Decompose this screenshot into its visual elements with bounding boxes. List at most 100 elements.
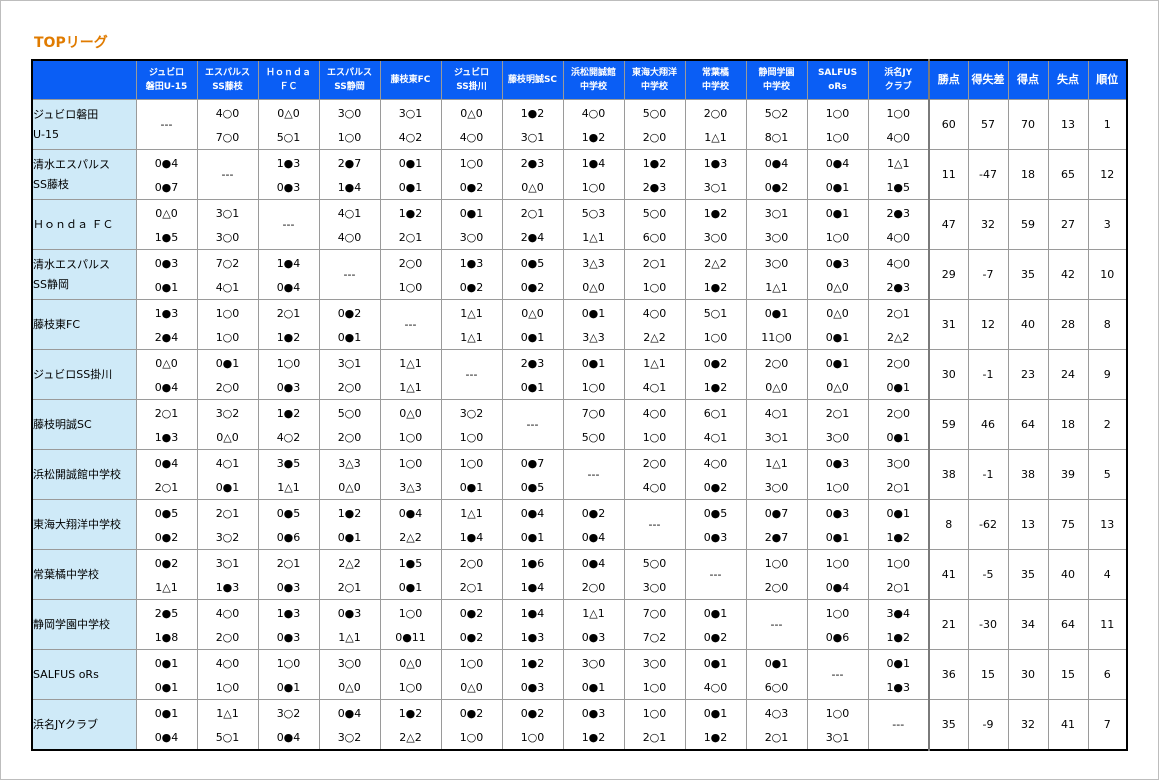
- second-leg-result: 1●2: [276, 330, 301, 344]
- result-cell: 0●5 0●2: [135, 499, 198, 550]
- result-cell: 3○1 1●3: [196, 549, 259, 600]
- stat-cell: 18: [1007, 149, 1049, 200]
- table-row: 藤枝東FC 1●3 2●4 1○0 1○0 2○1 1●2 0●2 0●1 --- 1△1 1△1 0△…: [31, 299, 1128, 350]
- result-cell: 1●2 0●1: [318, 499, 381, 550]
- first-leg-result: 0●1: [886, 656, 911, 670]
- second-leg-result: 1●2: [581, 730, 606, 744]
- first-leg-result: 0●2: [337, 306, 362, 320]
- second-leg-result: 0△0: [521, 180, 544, 194]
- second-leg-result: 0●1: [459, 480, 484, 494]
- result-cell: 0●1 1●3: [867, 649, 930, 700]
- first-leg-result: 2○1: [825, 406, 850, 420]
- result-cell: 2○1 2●4: [501, 199, 564, 250]
- result-cell: 1●2 4○2: [257, 399, 320, 450]
- result-cell: 0●4 0●1: [806, 149, 869, 200]
- result-cell: 2△2 1●2: [684, 249, 747, 300]
- column-header: 静岡学園 中学校: [745, 59, 808, 100]
- first-leg-result: 0●5: [154, 506, 179, 520]
- first-leg-result: 0●4: [825, 156, 850, 170]
- column-header-line1: エスパルス: [204, 68, 250, 78]
- second-leg-result: 0●5: [520, 480, 545, 494]
- column-header-line1: ジュビロ: [453, 68, 490, 78]
- stat-cell: 3: [1087, 199, 1128, 250]
- first-leg-result: 2○1: [642, 256, 667, 270]
- first-leg-result: 4○1: [764, 406, 789, 420]
- first-leg-result: 1●3: [276, 156, 301, 170]
- result-cell: 1○0 0●2: [440, 149, 503, 200]
- result-cell: 2○1 1●2: [257, 299, 320, 350]
- second-leg-result: 2●3: [886, 280, 911, 294]
- result-cell: 7○2 4○1: [196, 249, 259, 300]
- stat-cell: -1: [967, 349, 1009, 400]
- second-leg-result: 6○0: [764, 680, 789, 694]
- result-cell: 2○1 3○0: [806, 399, 869, 450]
- second-leg-result: 0●2: [154, 530, 179, 544]
- result-cell: 2●5 1●8: [135, 599, 198, 650]
- stat-cell: 40: [1007, 299, 1049, 350]
- result-cell: 4○1 3○1: [745, 399, 808, 450]
- stat-cell: 13: [1007, 499, 1049, 550]
- first-leg-result: 0●2: [703, 356, 728, 370]
- team-name-cell: 浜名JYクラブ: [31, 699, 137, 751]
- result-cell: 2○1 1●3: [135, 399, 198, 450]
- second-leg-result: 1●2: [703, 730, 728, 744]
- second-leg-result: 2○1: [886, 480, 911, 494]
- result-cell: 3○0 0●1: [562, 649, 625, 700]
- first-leg-result: 0△0: [521, 306, 544, 320]
- stat-cell: 8: [928, 499, 969, 550]
- stat-cell: 34: [1007, 599, 1049, 650]
- column-header-line1: 藤枝明誠SC: [507, 75, 558, 85]
- second-leg-result: 1●4: [459, 530, 484, 544]
- first-leg-result: 0●5: [520, 256, 545, 270]
- result-cell: 3●5 1△1: [257, 449, 320, 500]
- stat-cell: 40: [1047, 549, 1089, 600]
- first-leg-result: 0●1: [825, 206, 850, 220]
- first-leg-result: 0●1: [581, 356, 606, 370]
- first-leg-result: 1○0: [642, 706, 667, 720]
- stat-cell: -7: [967, 249, 1009, 300]
- second-leg-result: 1△1: [399, 380, 422, 394]
- self-match-cell: ---: [501, 399, 564, 450]
- first-leg-result: 3○1: [337, 356, 362, 370]
- second-leg-result: 0●4: [154, 380, 179, 394]
- result-cell: 7○0 5○0: [562, 399, 625, 450]
- first-leg-result: 0△0: [460, 106, 483, 120]
- stat-cell: 31: [928, 299, 969, 350]
- result-cell: 0●2 1○0: [501, 699, 564, 751]
- first-leg-result: 5○2: [764, 106, 789, 120]
- column-header-line1: SALFUS: [817, 68, 858, 78]
- result-cell: 2●7 1●4: [318, 149, 381, 200]
- second-leg-result: 3○0: [764, 230, 789, 244]
- result-cell: 5○3 1△1: [562, 199, 625, 250]
- first-leg-result: 1○0: [886, 556, 911, 570]
- stat-cell: 47: [928, 199, 969, 250]
- second-leg-result: 4○2: [398, 130, 423, 144]
- first-leg-result: 1●2: [398, 706, 423, 720]
- self-match-cell: ---: [379, 299, 442, 350]
- second-leg-result: 0△0: [582, 280, 605, 294]
- result-cell: 0△0 0●1: [806, 299, 869, 350]
- first-leg-result: 3○2: [215, 406, 240, 420]
- stat-cell: 23: [1007, 349, 1049, 400]
- second-leg-result: 6○0: [642, 230, 667, 244]
- second-leg-result: 1△1: [765, 280, 788, 294]
- first-leg-result: 1○0: [459, 656, 484, 670]
- second-leg-result: 1△1: [277, 480, 300, 494]
- first-leg-result: 0●1: [154, 656, 179, 670]
- first-leg-result: 4○3: [764, 706, 789, 720]
- result-cell: 1○0 1○0: [196, 299, 259, 350]
- first-leg-result: 3△3: [338, 456, 361, 470]
- first-leg-result: 2○1: [215, 506, 240, 520]
- first-leg-result: 7○2: [215, 256, 240, 270]
- second-leg-result: 2○1: [154, 480, 179, 494]
- stat-cell: 5: [1087, 449, 1128, 500]
- team-name-line1: 浜松開誠館中学校: [33, 467, 121, 481]
- second-leg-result: 1●3: [520, 630, 545, 644]
- result-cell: 3△3 0△0: [318, 449, 381, 500]
- result-cell: 0●3 0△0: [806, 249, 869, 300]
- stat-cell: 11: [928, 149, 969, 200]
- second-leg-result: 0●1: [398, 180, 423, 194]
- stat-cell: 57: [967, 99, 1009, 150]
- second-leg-result: 0●3: [276, 630, 301, 644]
- result-cell: 2○0 4○0: [623, 449, 686, 500]
